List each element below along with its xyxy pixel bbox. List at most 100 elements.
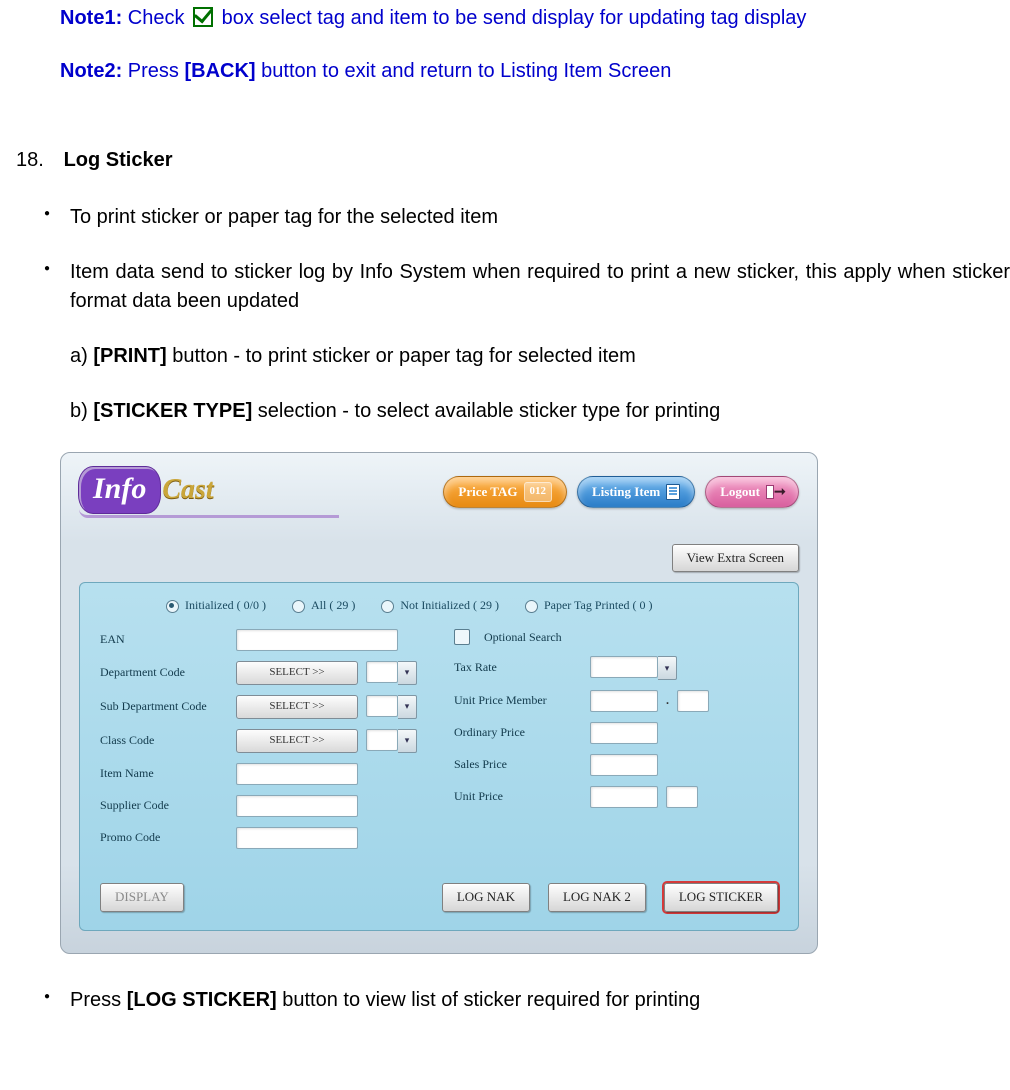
upm-input-int[interactable] (590, 690, 658, 712)
note2-text-a: Press (122, 60, 184, 82)
label-ord: Ordinary Price (454, 724, 582, 741)
bullet-2: Item data send to sticker log by Info Sy… (40, 258, 1010, 316)
note2-line: Note2: Press [BACK] button to exit and r… (60, 57, 1010, 86)
log-nak-2-button[interactable]: LOG NAK 2 (548, 883, 646, 912)
note1-label: Note1: (60, 7, 122, 29)
upm-input-dec[interactable] (677, 690, 709, 712)
logo-cast: Cast (162, 470, 213, 511)
item-name-input[interactable] (236, 763, 358, 785)
logout-button[interactable]: Logout (705, 476, 799, 508)
row-ean: EAN (100, 629, 424, 651)
note1-text-b: box select tag and item to be send displ… (216, 7, 806, 29)
radio-paper-tag[interactable]: Paper Tag Printed ( 0 ) (525, 597, 653, 614)
page-icon (666, 484, 680, 500)
filter-panel: Initialized ( 0/0 ) All ( 29 ) Not Initi… (79, 582, 799, 930)
label-promo: Promo Code (100, 829, 228, 846)
extra-row: View Extra Screen (79, 544, 799, 573)
row-upm: Unit Price Member . (454, 690, 778, 712)
exit-icon (766, 485, 784, 499)
dept-combo[interactable]: ▾ (366, 661, 417, 685)
label-optsearch: Optional Search (484, 629, 562, 646)
sales-price-input[interactable] (590, 754, 658, 776)
note2-label: Note2: (60, 60, 122, 82)
row-class: Class Code SELECT >> ▾ (100, 729, 424, 753)
radio-paper-tag-label: Paper Tag Printed ( 0 ) (544, 597, 653, 614)
checkbox-icon (193, 7, 213, 27)
radio-all-label: All ( 29 ) (311, 597, 355, 614)
radio-all[interactable]: All ( 29 ) (292, 597, 355, 614)
chevron-down-icon: ▾ (658, 656, 677, 680)
note2-text-b: button to exit and return to Listing Ite… (256, 60, 672, 82)
form-col-right: Optional Search Tax Rate ▾ Unit Price Me… (454, 629, 778, 859)
ordinary-price-input[interactable] (590, 722, 658, 744)
radio-dot-icon (166, 600, 179, 613)
row-optsearch: Optional Search (454, 629, 778, 646)
bullet-1: To print sticker or paper tag for the se… (40, 203, 1010, 232)
log-sticker-button[interactable]: LOG STICKER (664, 883, 778, 912)
supplier-code-input[interactable] (236, 795, 358, 817)
log-sticker-text: [LOG STICKER] (127, 989, 277, 1011)
row-promo: Promo Code (100, 827, 424, 849)
chevron-down-icon: ▾ (398, 695, 417, 719)
dept-select-button[interactable]: SELECT >> (236, 661, 358, 685)
chevron-down-icon: ▾ (398, 661, 417, 685)
log-nak-button[interactable]: LOG NAK (442, 883, 530, 912)
class-select-button[interactable]: SELECT >> (236, 729, 358, 753)
radio-row: Initialized ( 0/0 ) All ( 29 ) Not Initi… (166, 597, 778, 614)
row-unit: Unit Price (454, 786, 778, 808)
subdept-combo[interactable]: ▾ (366, 695, 417, 719)
action-row: DISPLAY LOG NAK LOG NAK 2 LOG STICKER (100, 883, 778, 912)
row-supplier: Supplier Code (100, 795, 424, 817)
section-heading-row: 18. Log Sticker (0, 146, 1010, 175)
bullet-3-b: button to view list of sticker required … (277, 989, 701, 1011)
print-button-text: [PRINT] (93, 345, 166, 367)
radio-not-initialized[interactable]: Not Initialized ( 29 ) (381, 597, 499, 614)
bullet-3-a: Press (70, 989, 127, 1011)
radio-dot-icon (525, 600, 538, 613)
bullet-3: Press [LOG STICKER] button to view list … (40, 986, 1010, 1015)
radio-initialized-label: Initialized ( 0/0 ) (185, 597, 266, 614)
chevron-down-icon: ▾ (398, 729, 417, 753)
unit-price-input2[interactable] (666, 786, 698, 808)
label-supplier: Supplier Code (100, 797, 228, 814)
label-unit: Unit Price (454, 788, 582, 805)
promo-code-input[interactable] (236, 827, 358, 849)
bullet-2-text: Item data send to sticker log by Info Sy… (70, 261, 1010, 312)
section-title: Log Sticker (64, 149, 173, 171)
upm-dot: . (666, 692, 669, 709)
radio-dot-icon (292, 600, 305, 613)
screenshot-wrap: Info Cast Price TAG 012 Listing Item Log… (60, 452, 1010, 954)
tax-combo[interactable]: ▾ (590, 656, 677, 680)
row-ord: Ordinary Price (454, 722, 778, 744)
optional-search-checkbox[interactable] (454, 629, 470, 645)
listing-item-button[interactable]: Listing Item (577, 476, 695, 508)
label-class: Class Code (100, 732, 228, 749)
class-combo[interactable]: ▾ (366, 729, 417, 753)
ean-input[interactable] (236, 629, 398, 651)
sub-a: a) [PRINT] button - to print sticker or … (70, 342, 1010, 371)
display-button[interactable]: DISPLAY (100, 883, 184, 912)
view-extra-screen-button[interactable]: View Extra Screen (672, 544, 799, 573)
sub-b-pre: b) (70, 400, 93, 422)
logo: Info Cast (79, 467, 339, 518)
section-number: 18. (16, 146, 58, 175)
price-tag-badge: 012 (524, 482, 553, 502)
subdept-select-button[interactable]: SELECT >> (236, 695, 358, 719)
row-tax: Tax Rate ▾ (454, 656, 778, 680)
top-bar: Info Cast Price TAG 012 Listing Item Log… (79, 467, 799, 518)
label-subdept: Sub Department Code (100, 698, 228, 715)
price-tag-button[interactable]: Price TAG 012 (443, 476, 567, 508)
radio-dot-icon (381, 600, 394, 613)
logo-info: Info (79, 467, 160, 513)
label-item: Item Name (100, 765, 228, 782)
form-col-left: EAN Department Code SELECT >> ▾ Sub Depa… (100, 629, 424, 859)
radio-initialized[interactable]: Initialized ( 0/0 ) (166, 597, 266, 614)
label-tax: Tax Rate (454, 659, 582, 676)
app-window: Info Cast Price TAG 012 Listing Item Log… (60, 452, 818, 954)
note1-line: Note1: Check box select tag and item to … (60, 4, 1010, 33)
row-sales: Sales Price (454, 754, 778, 776)
form-grid: EAN Department Code SELECT >> ▾ Sub Depa… (100, 629, 778, 859)
unit-price-input[interactable] (590, 786, 658, 808)
label-ean: EAN (100, 631, 228, 648)
listing-item-label: Listing Item (592, 483, 660, 502)
